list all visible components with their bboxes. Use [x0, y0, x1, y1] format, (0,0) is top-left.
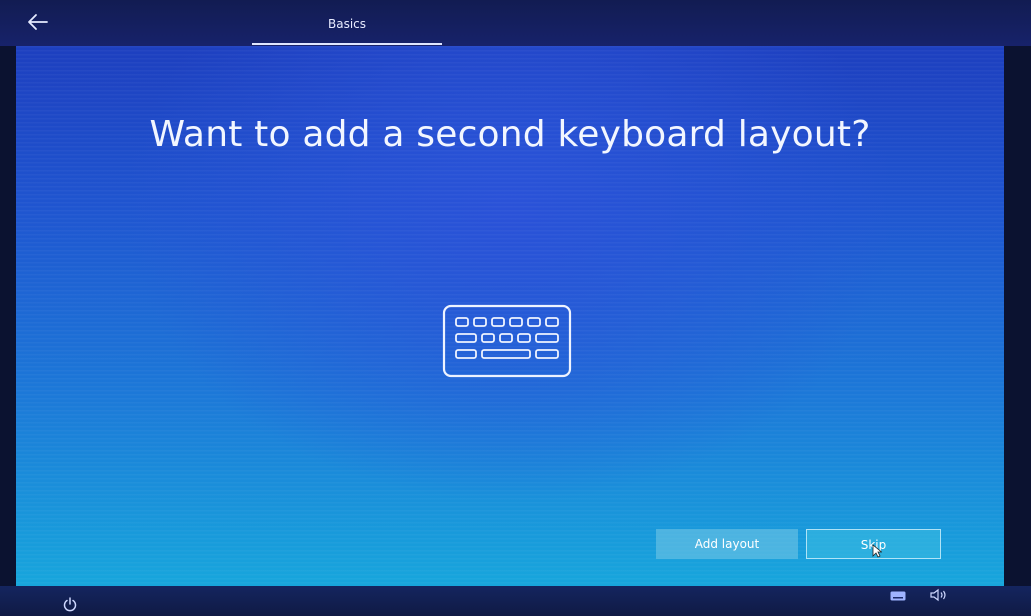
volume-icon[interactable]: [930, 588, 948, 602]
power-icon[interactable]: [62, 597, 78, 613]
bottom-bar: [0, 586, 1031, 616]
top-bar: Basics: [0, 0, 1031, 46]
keyboard-icon: [442, 304, 572, 378]
mouse-cursor-icon: [872, 544, 882, 558]
tab-basics-label: Basics: [327, 17, 367, 31]
keyboard-layout-icon[interactable]: [890, 591, 906, 601]
setup-screen: Want to add a second keyboard layout? Ad…: [16, 46, 1004, 586]
add-layout-button[interactable]: Add layout: [656, 529, 798, 559]
tab-basics[interactable]: Basics: [252, 0, 442, 46]
tab-active-indicator: [252, 43, 442, 45]
window-frame: Basics Want to add a second keyboard lay…: [0, 0, 1031, 616]
back-arrow-icon[interactable]: [26, 10, 50, 34]
page-title: Want to add a second keyboard layout?: [149, 114, 871, 155]
